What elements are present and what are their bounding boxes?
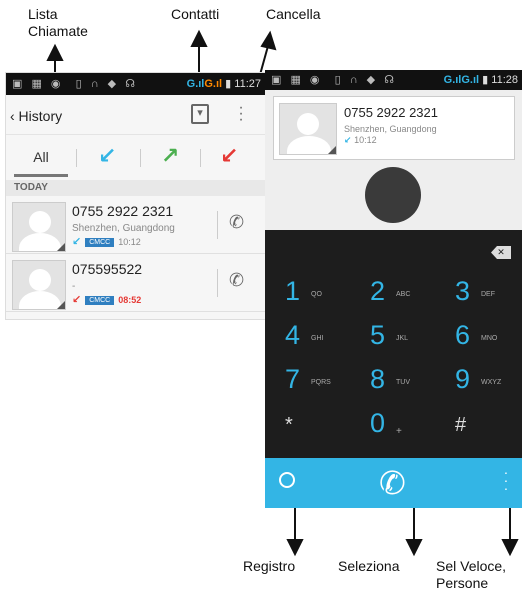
contact-silhouette [365,167,421,223]
history-action-bar: ‹ History ▾ · · · [6,96,265,135]
call-time: 10:12 [118,237,141,247]
incoming-arrow-icon: ↙ [344,135,352,145]
card-time: 10:12 [354,135,377,145]
key-0[interactable]: 0 + [350,406,430,446]
row-divider [217,211,218,239]
incoming-arrow-icon: ↙ [72,236,82,248]
carrier-badge: CMCC [85,238,115,247]
call-location: - [72,281,76,292]
arrow-seleziona-head [405,539,423,557]
clock: 11:27 [234,78,261,90]
outgoing-arrow-icon[interactable]: ↗ [161,143,179,169]
more-vert-icon[interactable]: · · · [236,100,246,128]
call-meta: ↙ CMCC 08:52 [72,293,141,306]
key-5[interactable]: 5 JKL [350,318,430,358]
call-number: 075595522 [72,261,143,277]
key-4[interactable]: 4 GHI [265,318,345,358]
call-number: 0755 2922 2321 [72,203,174,219]
arrow-contatti-head [190,29,208,47]
dial-call-button[interactable]: ✆ [379,464,406,502]
incoming-arrow-icon[interactable]: ↙ [98,143,116,169]
card-number: 0755 2922 2321 [344,105,438,120]
dialer-screen: ▣ ▦ ◉ ▯ ∩ ◆ ☊ G.ılG.ıl ▮ 11:28 ★ 0755 29… [265,70,522,508]
suggestion-card[interactable]: 0755 2922 2321 Shenzhen, Guangdong ↙ 10:… [273,96,515,160]
arrow-selveloce-head [501,539,519,557]
row-divider [217,269,218,297]
tab-all[interactable]: All [14,137,68,177]
phone-icon[interactable]: ✆ [229,212,244,233]
avatar[interactable] [12,202,66,252]
arrow-cancella-head [260,30,277,51]
phone-icon[interactable]: ✆ [229,270,244,291]
key-2[interactable]: 2 ABC [350,274,430,314]
status-bar: ▣ ▦ ◉ ▯ ∩ ◆ ☊ G.ılG.ıl ▮ 11:28 [265,70,522,90]
call-location: Shenzhen, Guangdong [72,223,175,234]
carrier-badge: CMCC [85,296,115,305]
key-7[interactable]: 7 PQRS [265,362,345,402]
key-1[interactable]: 1 QO [265,274,345,314]
dial-keypad: ✕ 1 QO 2 ABC 3 DEF 4 GHI 5 JKL 6 MNO 7 PQRS 8 TU… [265,230,522,458]
tab-divider [76,149,77,167]
backspace-icon[interactable]: ✕ [491,246,511,259]
missed-arrow-icon: ↙ [72,294,82,306]
missed-arrow-icon[interactable]: ↙ [220,143,238,169]
contacts-icon[interactable]: ▾ [191,104,209,124]
arrow-lista-head [46,43,64,61]
dial-action-bar: ✆ · · · [265,458,522,508]
status-bar: ▣ ▦ ◉ ▯ ∩ ◆ ☊ G.ılG.ıl ▮ 11:27 [6,73,265,95]
call-time: 08:52 [118,295,142,305]
card-location: Shenzhen, Guangdong [344,124,437,134]
avatar[interactable] [12,260,66,310]
key-6[interactable]: 6 MNO [435,318,515,358]
clock: 11:28 [491,74,518,86]
card-meta: ↙ 10:12 [344,135,377,146]
section-header: TODAY [6,180,265,196]
call-log-clock-icon[interactable] [279,472,295,488]
notification-icons: ▣ ▦ ◉ ▯ ∩ ◆ ☊ [12,78,138,90]
call-meta: ↙ CMCC 10:12 [72,235,141,248]
tab-divider [200,149,201,167]
avatar[interactable] [279,103,337,155]
key-8[interactable]: 8 TUV [350,362,430,402]
status-right: G.ılG.ıl ▮ 11:27 [186,78,261,90]
key-star[interactable]: * [265,406,345,446]
list-item[interactable]: 0755 2922 2321 Shenzhen, Guangdong ↙ CMCC… [6,197,265,254]
arrow-registro-head [286,539,304,557]
history-back-button[interactable]: ‹ History [10,108,62,124]
call-history-screen: ▣ ▦ ◉ ▯ ∩ ◆ ☊ G.ılG.ıl ▮ 11:27 ‹ History… [5,72,266,320]
filter-tabs: All ↙ ↗ ↙ [6,137,265,177]
key-hash[interactable]: # [435,406,515,446]
contact-header: ★ 0755 2922 2321 Shenzhen, Guangdong ↙ 1… [265,90,522,265]
status-right: G.ılG.ıl ▮ 11:28 [443,74,518,86]
key-3[interactable]: 3 DEF [435,274,515,314]
more-vert-icon[interactable]: · · · [502,465,510,495]
list-item[interactable]: 075595522 - ↙ CMCC 08:52 ✆ [6,255,265,312]
notification-icons: ▣ ▦ ◉ ▯ ∩ ◆ ☊ [271,74,397,86]
tab-divider [140,149,141,167]
key-9[interactable]: 9 WXYZ [435,362,515,402]
